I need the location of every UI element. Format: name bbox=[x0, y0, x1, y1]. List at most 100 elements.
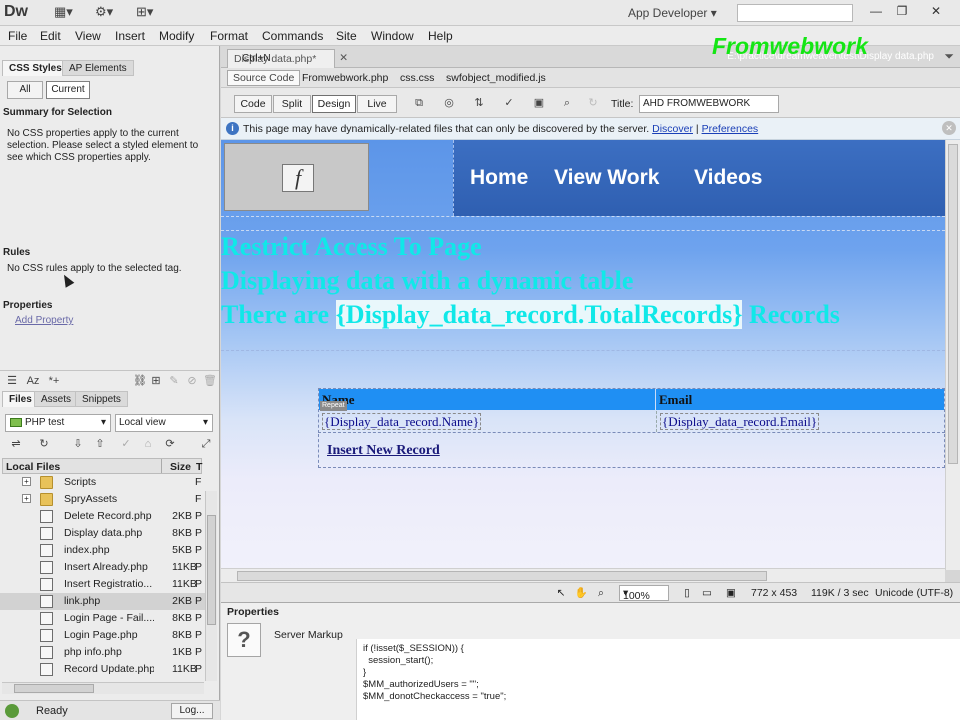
heading-dynamic-table[interactable]: Displaying data with a dynamic table bbox=[221, 266, 633, 296]
new-rule-icon[interactable]: ⊞ bbox=[148, 373, 164, 389]
title-input[interactable]: AHD FROMWEBWORK bbox=[639, 95, 779, 113]
mobile-size-icon[interactable]: ▯ bbox=[679, 585, 695, 601]
multiscreen-icon[interactable]: ⧉ bbox=[411, 95, 427, 111]
site-select[interactable]: PHP test ▾ bbox=[5, 414, 111, 432]
files-scroll-thumb[interactable] bbox=[207, 515, 216, 625]
related-file-js[interactable]: swfobject_modified.js bbox=[446, 72, 546, 84]
close-window-button[interactable]: ✕ bbox=[922, 2, 950, 20]
preferences-link[interactable]: Preferences bbox=[702, 123, 759, 135]
file-row[interactable]: index.php 5KB P bbox=[0, 542, 205, 559]
get-files-icon[interactable]: ⇩ bbox=[70, 436, 86, 452]
table-cell-name[interactable]: {Display_data_record.Name} bbox=[319, 411, 655, 432]
list-view-icon[interactable]: ☰ bbox=[4, 373, 20, 389]
flash-placeholder[interactable]: f bbox=[224, 143, 369, 211]
workspace-switcher[interactable]: App Developer ▾ bbox=[628, 6, 717, 20]
file-row[interactable]: + Scripts F bbox=[0, 474, 205, 491]
hand-tool-icon[interactable]: ✋ bbox=[573, 585, 589, 601]
code-view-button[interactable]: Code bbox=[234, 95, 272, 113]
menu-window[interactable]: Window bbox=[371, 29, 414, 43]
zoom-tool-icon[interactable]: ⌕ bbox=[593, 585, 609, 601]
file-row-selected[interactable]: link.php 2KB P bbox=[0, 593, 205, 610]
preview-browser-icon[interactable]: ◎ bbox=[441, 95, 457, 111]
tab-css-styles[interactable]: CSS Styles bbox=[2, 60, 69, 76]
col-size[interactable]: Size bbox=[170, 461, 191, 473]
tab-assets[interactable]: Assets bbox=[34, 391, 79, 407]
related-file-php[interactable]: Fromwebwork.php bbox=[302, 72, 388, 84]
help-search-input[interactable] bbox=[737, 4, 853, 22]
canvas-hscroll-thumb[interactable] bbox=[237, 571, 767, 581]
file-row[interactable]: php info.php 1KB P bbox=[0, 644, 205, 661]
site-icon[interactable]: ⊞▾ bbox=[136, 4, 153, 22]
dynamic-text-email[interactable]: {Display_data_record.Email} bbox=[660, 413, 820, 430]
canvas-hscrollbar[interactable] bbox=[221, 568, 945, 582]
design-canvas[interactable]: f Home View Work Videos Restrict Access … bbox=[221, 140, 945, 570]
current-button[interactable]: Current bbox=[46, 81, 90, 99]
visual-aids-icon[interactable]: ▣ bbox=[531, 95, 547, 111]
discover-link[interactable]: Discover bbox=[652, 123, 693, 135]
disable-rule-icon[interactable]: ⊘ bbox=[184, 373, 200, 389]
layout-icon[interactable]: ▦▾ bbox=[54, 4, 73, 22]
tablet-size-icon[interactable]: ▭ bbox=[699, 585, 715, 601]
expand-plus-icon[interactable]: + bbox=[22, 494, 31, 503]
insert-new-record-link[interactable]: Insert New Record bbox=[327, 443, 440, 459]
check-out-icon[interactable]: ✓ bbox=[118, 436, 134, 452]
minimize-button[interactable]: — bbox=[862, 2, 890, 20]
files-scrollbar[interactable] bbox=[205, 491, 217, 681]
refresh-icon[interactable]: ↻ bbox=[36, 436, 52, 452]
sync-icon[interactable]: ⟳ bbox=[162, 436, 178, 452]
check-in-icon[interactable]: ⌂ bbox=[140, 436, 156, 452]
col-local-files[interactable]: Local Files bbox=[6, 461, 60, 473]
zoom-select[interactable]: 100% ▾ bbox=[619, 585, 669, 602]
nav-videos[interactable]: Videos bbox=[694, 166, 762, 190]
sort-az-icon[interactable]: Az bbox=[25, 373, 41, 389]
menu-help[interactable]: Help bbox=[428, 29, 453, 43]
edit-rule-icon[interactable]: ✎ bbox=[166, 373, 182, 389]
tab-ap-elements[interactable]: AP Elements bbox=[62, 60, 134, 76]
dynamic-text-name[interactable]: {Display_data_record.Name} bbox=[322, 413, 482, 430]
table-cell-email[interactable]: {Display_data_record.Email} bbox=[656, 411, 944, 432]
put-files-icon[interactable]: ⇧ bbox=[92, 436, 108, 452]
restore-button[interactable]: ❐ bbox=[888, 2, 916, 20]
attach-style-icon[interactable]: ⛓ bbox=[132, 373, 148, 389]
file-row[interactable]: Display data.php 8KB P bbox=[0, 525, 205, 542]
expand-icon[interactable]: ⤢ bbox=[198, 436, 214, 452]
live-view-button[interactable]: Live bbox=[357, 95, 397, 113]
canvas-vscrollbar[interactable] bbox=[945, 140, 960, 570]
file-row[interactable]: + SpryAssets F bbox=[0, 491, 205, 508]
design-view-button[interactable]: Design bbox=[312, 95, 356, 113]
files-hscroll-thumb[interactable] bbox=[14, 684, 94, 693]
file-management-icon[interactable]: ⇅ bbox=[471, 95, 487, 111]
menu-site[interactable]: Site bbox=[336, 29, 357, 43]
browser-check-icon[interactable]: ⌕ bbox=[559, 95, 575, 111]
source-code-tab[interactable]: Source Code bbox=[227, 70, 301, 86]
expand-plus-icon[interactable]: + bbox=[22, 477, 31, 486]
file-row[interactable]: Delete Record.php 2KB P bbox=[0, 508, 205, 525]
table-header-name[interactable]: Name bbox=[319, 389, 655, 410]
close-info-icon[interactable]: ✕ bbox=[942, 121, 956, 135]
file-row[interactable]: Login Page - Fail.... 8KB P bbox=[0, 610, 205, 627]
set-props-icon[interactable]: *+ bbox=[46, 373, 62, 389]
trash-icon[interactable]: 🗑 bbox=[202, 373, 218, 389]
filter-icon[interactable]: ⏷ bbox=[944, 49, 954, 64]
menu-edit[interactable]: Edit bbox=[40, 29, 61, 43]
help-question-icon[interactable]: ? bbox=[227, 623, 261, 657]
select-tool-icon[interactable]: ↖ bbox=[553, 585, 569, 601]
menu-file[interactable]: File bbox=[8, 29, 27, 43]
menu-format[interactable]: Format bbox=[210, 29, 248, 43]
menu-insert[interactable]: Insert bbox=[115, 29, 145, 43]
file-row[interactable]: Insert Registratio... 11KB P bbox=[0, 576, 205, 593]
nav-view-work[interactable]: View Work bbox=[554, 166, 659, 190]
gear-icon[interactable]: ⚙▾ bbox=[95, 4, 113, 22]
window-size[interactable]: 772 x 453 bbox=[751, 587, 797, 599]
heading-total-records[interactable]: There are {Display_data_record.TotalReco… bbox=[221, 300, 840, 330]
file-row[interactable]: Insert Already.php 11KB P bbox=[0, 559, 205, 576]
connect-icon[interactable]: ⇌ bbox=[8, 436, 24, 452]
col-type[interactable]: T bbox=[196, 461, 202, 473]
refresh-design-icon[interactable]: ↻ bbox=[585, 95, 601, 111]
tab-snippets[interactable]: Snippets bbox=[75, 391, 128, 407]
files-hscrollbar[interactable] bbox=[2, 682, 204, 694]
file-row[interactable]: Login Page.php 8KB P bbox=[0, 627, 205, 644]
all-button[interactable]: All bbox=[7, 81, 43, 99]
close-tab-icon[interactable]: ✕ bbox=[339, 52, 348, 64]
log-button[interactable]: Log... bbox=[171, 703, 213, 719]
